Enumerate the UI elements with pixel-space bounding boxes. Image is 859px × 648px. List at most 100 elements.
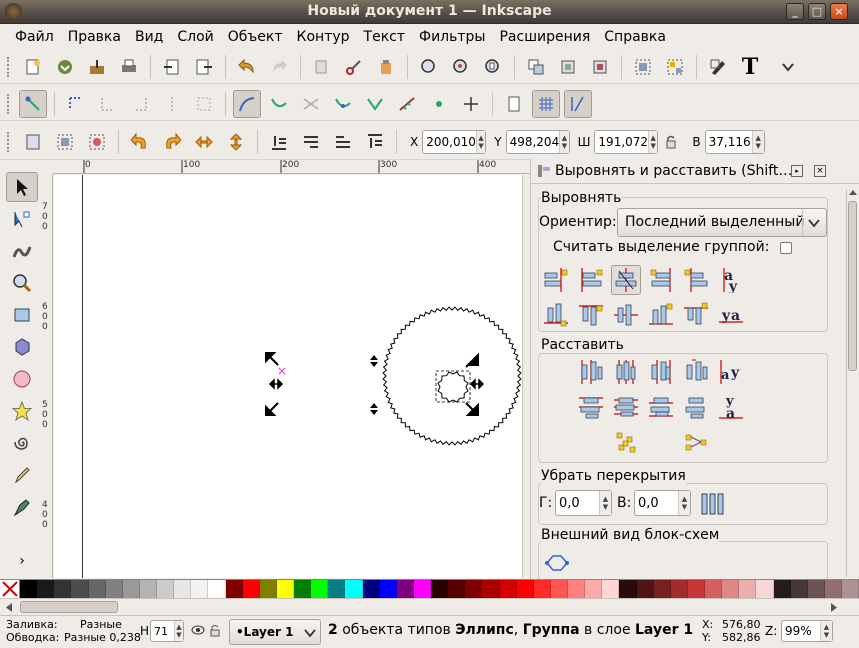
h-gap-spinbox[interactable]: 0,0 ▲ ▼ [555,490,612,516]
menu-object[interactable]: Объект [221,29,290,45]
zoom-page-button[interactable] [479,53,507,81]
color-swatch[interactable] [328,580,346,598]
gear-small[interactable] [437,371,469,403]
color-swatch[interactable] [413,580,431,598]
snap-grid-button[interactable] [532,89,560,118]
unlink-clone-button[interactable] [586,53,614,81]
align-left-of-anchor-button[interactable] [681,265,711,295]
duplicate-button[interactable] [522,53,550,81]
distribute-center-v-button[interactable] [611,392,641,422]
menu-path[interactable]: Контур [290,29,357,45]
align-text-baseline-v-button[interactable]: ya [716,300,746,330]
x-spinbox[interactable]: 200,010 ▲ ▼ [422,129,487,154]
color-swatch[interactable] [790,580,808,598]
align-center-h-button[interactable] [611,265,641,295]
color-swatch[interactable] [88,580,106,598]
distribute-top-button[interactable] [576,392,606,422]
undo-button[interactable] [233,53,261,81]
snap-bbox-corner-button[interactable] [126,90,154,118]
color-swatch[interactable] [653,580,671,598]
color-swatch[interactable] [516,580,534,598]
toolbar-handle[interactable] [7,93,11,114]
opacity-spinbox[interactable]: 71 ▲ ▼ [150,620,184,642]
lower-button[interactable] [297,128,325,156]
color-swatch[interactable] [499,580,517,598]
w-spinbox[interactable]: 191,072 ▲ ▼ [594,129,659,154]
spin-arrows[interactable]: ▲ ▼ [678,491,690,515]
fill-value[interactable]: Разные [80,618,122,631]
color-swatch[interactable] [568,580,586,598]
snap-path-button[interactable] [265,90,293,118]
tool-selector[interactable] [6,172,38,202]
print-button[interactable] [115,53,143,81]
canvas-hscroll[interactable] [0,598,859,615]
toolbar-overflow-button[interactable] [774,53,802,81]
text-font-button[interactable]: T [736,53,764,81]
flip-horizontal-button[interactable] [190,128,218,156]
rotate-cw-button[interactable] [158,128,186,156]
distribute-center-h-button[interactable] [611,357,641,387]
fill-stroke-button[interactable] [704,53,732,81]
hscroll-thumb[interactable] [20,601,118,613]
color-swatch[interactable] [71,580,89,598]
import-button[interactable] [158,53,186,81]
tool-rectangle[interactable] [6,300,38,330]
spin-arrows[interactable]: ▲ ▼ [820,621,832,641]
raise-top-button[interactable] [361,128,389,156]
color-swatch[interactable] [687,580,705,598]
dock-scroll-thumb[interactable] [848,201,857,371]
color-swatch[interactable] [259,580,277,598]
color-swatch[interactable] [739,580,757,598]
align-bottom-of-anchor-button[interactable] [541,300,571,330]
align-top-of-anchor-button[interactable] [681,300,711,330]
color-swatch[interactable] [276,580,294,598]
color-swatch[interactable] [722,580,740,598]
color-swatch[interactable] [619,580,637,598]
unclump-button[interactable] [681,427,711,457]
snap-object-center-button[interactable] [425,90,453,118]
select-all-button[interactable] [19,128,47,156]
layer-select[interactable]: •Layer 1 [229,619,321,645]
snap-nodes-button[interactable] [233,89,261,118]
close-button[interactable]: × [830,3,848,20]
lower-bottom-button[interactable] [265,128,293,156]
raise-button[interactable] [329,128,357,156]
color-swatch[interactable] [362,580,380,598]
color-swatch[interactable] [311,580,329,598]
color-swatch[interactable] [379,580,397,598]
distribute-gaps-v-button[interactable] [681,392,711,422]
align-center-v-button[interactable] [611,300,641,330]
spin-arrows[interactable]: ▲ ▼ [599,491,611,515]
color-swatch[interactable] [602,580,620,598]
clone-button[interactable] [554,53,582,81]
color-swatch[interactable] [824,580,842,598]
align-bottom-button[interactable] [646,300,676,330]
menu-file[interactable]: Файл [8,29,61,45]
v-gap-spinbox[interactable]: 0,0 ▲ ▼ [634,490,691,516]
zoom-selection-button[interactable] [415,53,443,81]
stroke-value[interactable]: Разные 0,238 [64,631,141,644]
snap-center-button[interactable] [190,90,218,118]
selection-handles-left[interactable] [265,352,286,416]
distribute-baseline-h-button[interactable]: ay [716,357,746,387]
tool-star[interactable] [6,396,38,426]
distribute-right-button[interactable] [646,357,676,387]
dock-scrollbar[interactable] [846,189,858,577]
color-swatch[interactable] [54,580,72,598]
export-button[interactable] [190,53,218,81]
color-swatch[interactable] [396,580,414,598]
color-swatch[interactable] [756,580,774,598]
menu-view[interactable]: Вид [128,29,170,45]
color-swatch[interactable] [157,580,175,598]
menu-extensions[interactable]: Расширения [492,29,597,45]
minimize-button[interactable]: _ [786,3,804,20]
color-swatch[interactable] [20,580,38,598]
spin-arrows[interactable]: ▲ ▼ [648,130,658,153]
deselect-button[interactable] [83,128,111,156]
snap-page-button[interactable] [500,90,528,118]
align-text-baseline-h-button[interactable]: ay [716,265,746,295]
y-spinbox[interactable]: 498,204 ▲ ▼ [505,129,570,154]
select-all-layers-button[interactable] [51,128,79,156]
snap-bbox-edge-button[interactable] [94,90,122,118]
new-document-button[interactable] [19,53,47,81]
